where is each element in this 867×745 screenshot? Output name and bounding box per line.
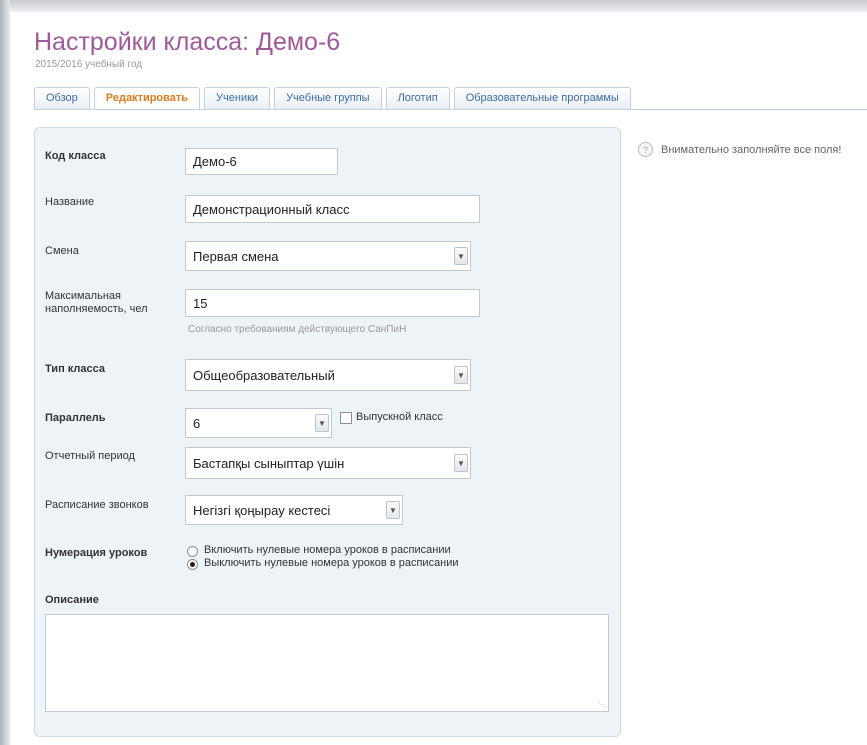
report-period-label: Отчетный период: [45, 450, 135, 462]
radio-disable-zero-lessons[interactable]: [187, 559, 198, 570]
window-left-edge: [0, 0, 10, 745]
tab-logo[interactable]: Логотип: [385, 87, 450, 109]
resize-grip-icon[interactable]: ⋱: [598, 700, 606, 709]
name-input[interactable]: Демонстрационный класс: [185, 195, 480, 223]
tab-overview[interactable]: Обзор: [34, 87, 90, 109]
shift-select[interactable]: Первая смена ▼: [185, 241, 471, 271]
chevron-down-icon[interactable]: ▼: [454, 366, 468, 384]
radio-enable-zero-lessons[interactable]: [187, 546, 198, 557]
name-value: Демонстрационный класс: [193, 201, 350, 217]
capacity-input[interactable]: 15: [185, 289, 480, 317]
graduation-checkbox[interactable]: [340, 412, 352, 424]
chevron-down-icon[interactable]: ▼: [454, 454, 468, 472]
bell-schedule-value: Негізгі қоңырау кестесі: [193, 502, 331, 518]
capacity-label-line1: Максимальная: [45, 290, 121, 302]
class-code-value: Демо-6: [193, 154, 237, 169]
capacity-label-line2: наполняемость, чел: [45, 303, 148, 315]
tab-students[interactable]: Ученики: [204, 87, 271, 109]
page: Настройки класса: Демо-6 2015/2016 учебн…: [10, 12, 867, 745]
page-subtitle: 2015/2016 учебный год: [35, 59, 143, 70]
class-type-value: Общеобразовательный: [193, 367, 335, 383]
tab-study-groups[interactable]: Учебные группы: [274, 87, 382, 109]
description-label: Описание: [45, 594, 99, 606]
shift-label: Смена: [45, 245, 79, 257]
window-top-edge: [0, 0, 867, 12]
capacity-hint: Согласно требованиям действующего СанПиН: [188, 324, 407, 335]
name-label: Название: [45, 196, 95, 208]
report-period-value: Бастапқы сыныптар үшін: [193, 455, 345, 471]
tab-divider: [34, 109, 867, 110]
tab-edit[interactable]: Редактировать: [93, 87, 201, 110]
disable-zero-lessons-label: Выключить нулевые номера уроков в распис…: [204, 557, 459, 569]
bell-schedule-label: Расписание звонков: [45, 499, 149, 511]
class-code-label: Код класса: [45, 150, 106, 162]
parallel-value: 6: [193, 415, 201, 431]
page-title: Настройки класса: Демо-6: [34, 28, 341, 56]
class-settings-form: Код класса Демо-6 Название Демонстрацион…: [34, 127, 621, 737]
capacity-label: Максимальная наполняемость, чел: [45, 290, 148, 316]
notice-text: Внимательно заполняйте все поля!: [661, 143, 842, 156]
tab-bar: Обзор Редактировать Ученики Учебные груп…: [34, 87, 631, 110]
report-period-select[interactable]: Бастапқы сыныптар үшін ▼: [185, 447, 471, 479]
enable-zero-lessons-label: Включить нулевые номера уроков в расписа…: [204, 544, 451, 556]
help-icon[interactable]: ?: [638, 142, 653, 157]
parallel-select[interactable]: 6 ▼: [185, 408, 332, 438]
lesson-numbering-label: Нумерация уроков: [45, 547, 148, 559]
chevron-down-icon[interactable]: ▼: [315, 414, 329, 432]
tab-education-programs[interactable]: Образовательные программы: [453, 87, 631, 109]
class-code-input[interactable]: Демо-6: [185, 148, 338, 175]
chevron-down-icon[interactable]: ▼: [386, 501, 400, 519]
chevron-down-icon[interactable]: ▼: [454, 247, 468, 265]
class-type-select[interactable]: Общеобразовательный ▼: [185, 359, 471, 391]
form-notice: ? Внимательно заполняйте все поля!: [638, 142, 841, 157]
description-textarea[interactable]: ⋱: [45, 614, 609, 712]
class-type-label: Тип класса: [45, 363, 105, 375]
graduation-label: Выпускной класс: [356, 411, 443, 423]
bell-schedule-select[interactable]: Негізгі қоңырау кестесі ▼: [185, 495, 403, 525]
capacity-value: 15: [193, 295, 208, 311]
parallel-label: Параллель: [45, 412, 106, 424]
shift-value: Первая смена: [193, 248, 279, 264]
